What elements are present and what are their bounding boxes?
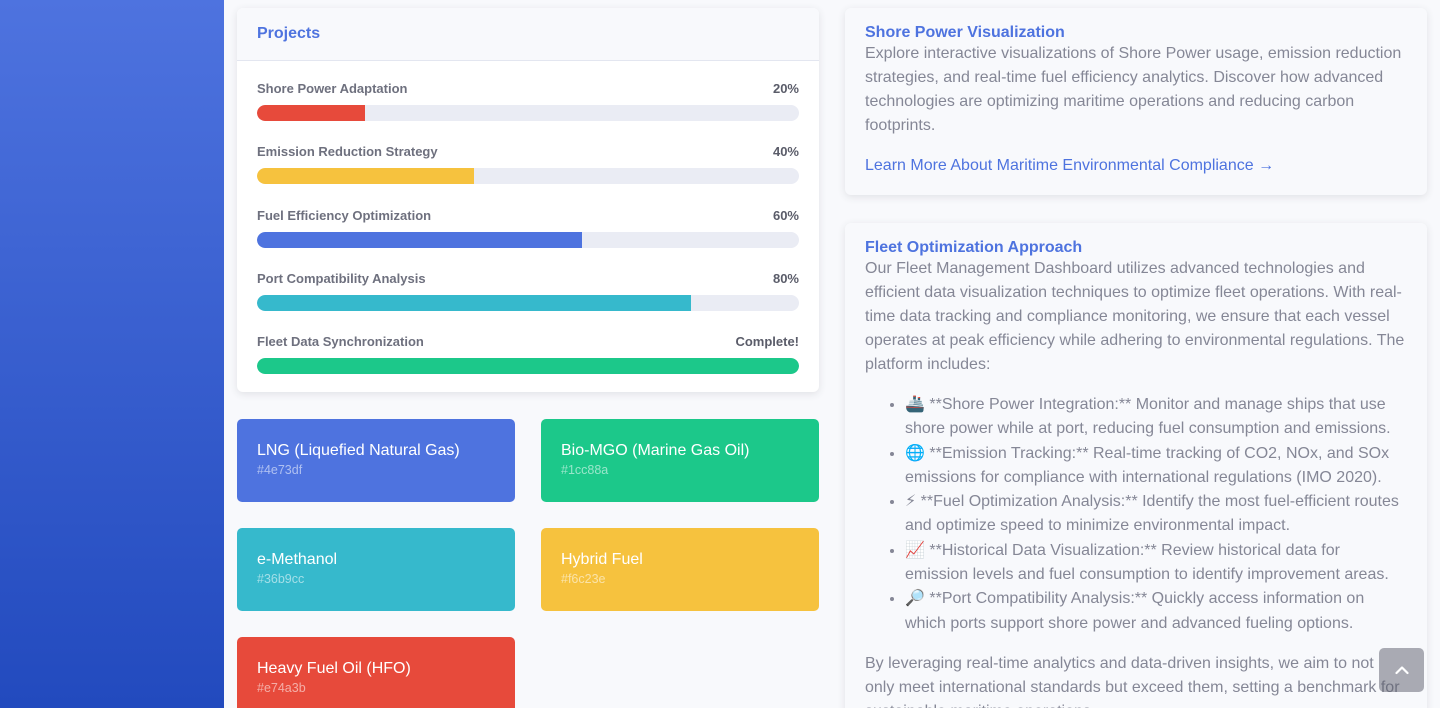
fuel-hex: #36b9cc [257,572,305,586]
projects-list: Shore Power Adaptation 20% Emission Reduct… [237,61,819,397]
fuel-card-bio-mgo: Bio-MGO (Marine Gas Oil) #1cc88a [541,419,819,502]
fuel-name: Bio-MGO (Marine Gas Oil) [561,442,750,459]
project-name: Fuel Efficiency Optimization [257,207,432,223]
progress-track [257,168,799,185]
fleet-closing: By leveraging real-time analytics and da… [865,654,1400,708]
feature-list: 🚢 **Shore Power Integration:** Monitor a… [905,393,1407,636]
progress-fill [257,231,583,248]
fleet-title: Fleet Optimization Approach [865,239,1083,256]
project-row: Port Compatibility Analysis 80% [257,271,799,287]
project-row: Fleet Data Synchronization Complete! [257,334,799,350]
fuel-card-lng: LNG (Liquefied Natural Gas) #4e73df [237,419,515,502]
project-item: Fleet Data Synchronization Complete! [257,334,799,397]
project-status: 60% [772,207,799,223]
project-status: 80% [772,270,799,286]
fuel-card-hybrid: Hybrid Fuel #f6c23e [541,528,819,611]
project-row: Fuel Efficiency Optimization 60% [257,208,799,224]
fuel-name: e-Methanol [257,551,338,568]
feature-item: 🚢 **Shore Power Integration:** Monitor a… [905,393,1407,442]
project-status: 40% [772,144,799,160]
progress-track [257,294,799,311]
progress-fill [257,294,691,311]
project-status: 20% [772,81,799,96]
projects-card: Projects Shore Power Adaptation 20% Emissi… [237,8,819,392]
project-status: Complete! [735,334,799,350]
shore-power-card: Shore Power Visualization Explore intera… [845,8,1427,195]
fuel-hex: #f6c23e [561,572,606,586]
project-name: Emission Reduction Strategy [257,144,438,160]
shore-power-text: Explore interactive visualizations of Sh… [865,45,1402,134]
scroll-to-top-button[interactable] [1379,648,1424,692]
project-item: Fuel Efficiency Optimization 60% [257,208,799,271]
fuel-name: Heavy Fuel Oil (HFO) [257,660,411,677]
fleet-intro: Our Fleet Management Dashboard utilizes … [865,260,1405,373]
fuel-name: LNG (Liquefied Natural Gas) [257,442,460,459]
project-item: Emission Reduction Strategy 40% [257,144,799,207]
progress-track [257,105,799,121]
fuel-hex: #e74a3b [257,681,306,695]
project-item: Port Compatibility Analysis 80% [257,271,799,334]
project-name: Port Compatibility Analysis [257,270,426,286]
project-item: Shore Power Adaptation 20% [257,81,799,144]
projects-card-header: Projects [237,8,819,61]
fuel-name: Hybrid Fuel [561,551,643,568]
progress-fill [257,168,474,185]
learn-more-link[interactable]: Learn More About Maritime Environmental … [865,154,1274,178]
fuel-card-hfo: Heavy Fuel Oil (HFO) #e74a3b [237,637,515,708]
feature-item: 🔎 **Port Compatibility Analysis:** Quick… [905,587,1407,636]
fuel-hex: #1cc88a [561,463,609,477]
feature-item: 🌐 **Emission Tracking:** Real-time track… [905,442,1407,491]
project-row: Emission Reduction Strategy 40% [257,144,799,160]
chevron-up-icon [1394,666,1409,675]
feature-item: 📈 **Historical Data Visualization:** Rev… [905,539,1407,588]
feature-item: ⚡ **Fuel Optimization Analysis:** Identi… [905,490,1407,539]
project-name: Fleet Data Synchronization [257,334,424,350]
fleet-optimization-card: Fleet Optimization Approach Our Fleet Ma… [845,223,1427,708]
projects-title: Projects [257,25,321,42]
project-name: Shore Power Adaptation [257,81,408,96]
progress-track [257,231,799,248]
shore-power-title: Shore Power Visualization [865,24,1065,41]
fuel-card-e-methanol: e-Methanol #36b9cc [237,528,515,611]
fuel-hex: #4e73df [257,463,303,477]
progress-track [257,358,799,375]
main-content: Projects Shore Power Adaptation 20% Emissi… [224,0,1440,708]
project-row: Shore Power Adaptation 20% [257,81,799,97]
progress-fill [257,105,366,121]
progress-fill [257,358,799,375]
sidebar [0,0,224,708]
